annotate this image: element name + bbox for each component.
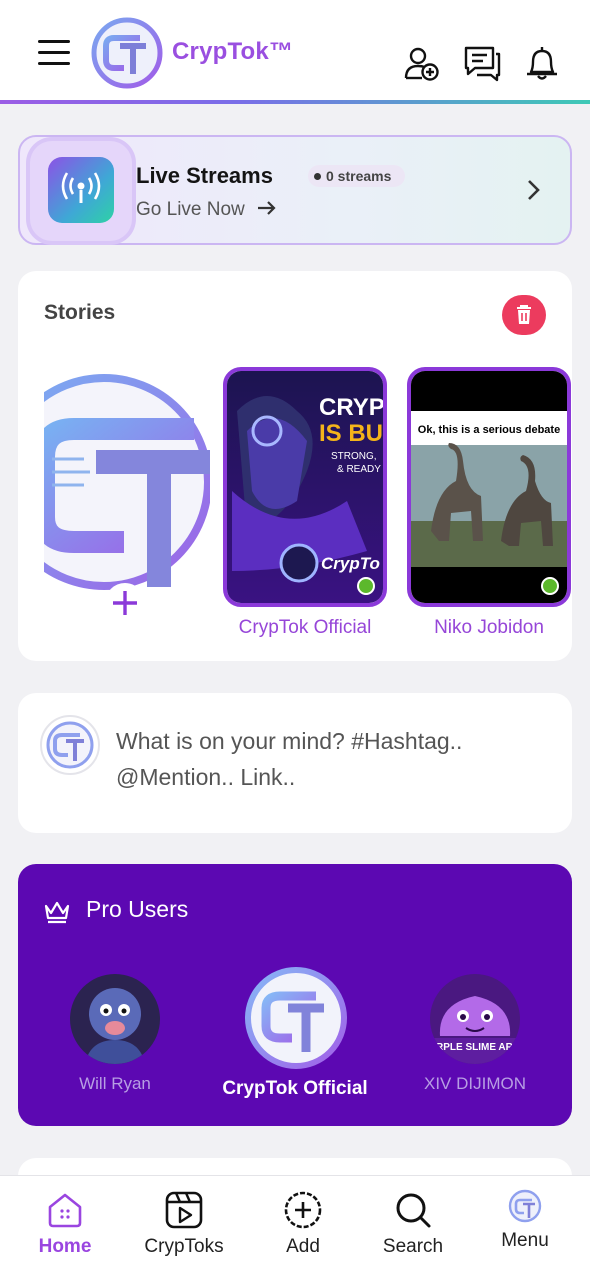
add-user-icon[interactable] [402, 44, 440, 82]
nav-label: Menu [501, 1230, 549, 1251]
broadcast-icon [48, 157, 114, 223]
add-story-button[interactable] [105, 583, 145, 623]
story-image-text: CRYP [319, 394, 383, 421]
nav-label: CrypToks [144, 1236, 224, 1257]
home-icon [48, 1193, 82, 1228]
nav-cryptoks[interactable]: CrypToks [129, 1190, 239, 1270]
pro-user-name[interactable]: CrypTok Official [200, 1078, 390, 1100]
stories-card: Stories CRYP IS BU STRONG, & READY CrypT… [18, 271, 572, 661]
story-image-text: Ok, this is a serious debate [418, 424, 560, 436]
story-image-text: & READY [337, 464, 381, 475]
delete-story-button[interactable] [502, 295, 546, 335]
story-image-text: IS BU [319, 420, 383, 447]
my-story-create[interactable] [44, 367, 210, 597]
story-name[interactable]: Niko Jobidon [399, 617, 572, 639]
online-indicator [541, 577, 559, 595]
cryptok-logo [91, 17, 163, 89]
menu-icon[interactable] [38, 40, 70, 66]
online-indicator [357, 577, 375, 595]
composer-placeholder[interactable]: What is on your mind? #Hashtag.. @Mentio… [116, 723, 546, 795]
nav-add[interactable]: Add [248, 1190, 358, 1270]
bell-icon[interactable] [523, 44, 561, 82]
header-gradient-bar [0, 100, 590, 104]
go-live-link[interactable]: Go Live Now [136, 199, 278, 221]
pro-users-title: Pro Users [86, 896, 189, 922]
story-image-text: CrypTo [321, 554, 380, 573]
brand-name: CrypTok™ [172, 38, 294, 65]
arrow-right-icon [258, 201, 276, 215]
pro-user-avatar[interactable]: PURPLE SLIME ARMY [430, 974, 520, 1064]
nav-menu[interactable]: Menu [470, 1188, 580, 1268]
stories-title: Stories [44, 301, 116, 324]
story-thumbnail: Ok, this is a serious debate [411, 371, 567, 603]
plus-icon [113, 591, 137, 615]
nav-label: Add [286, 1236, 320, 1257]
story-name[interactable]: CrypTok Official [215, 617, 395, 639]
stream-count-badge: 0 streams [308, 165, 406, 187]
live-streams-card[interactable]: Live Streams 0 streams Go Live Now [18, 135, 572, 245]
cryptok-logo [44, 374, 210, 590]
live-streams-title: Live Streams [136, 163, 273, 188]
nav-label: Home [38, 1236, 92, 1257]
go-live-label: Go Live Now [136, 199, 245, 220]
nav-home[interactable]: Home [10, 1190, 120, 1270]
pro-user-name[interactable]: XIV DIJIMON [380, 1074, 570, 1094]
pro-users-section: Pro Users Will Ryan CrypTok Official URP… [18, 864, 572, 1126]
crown-icon [44, 901, 70, 924]
trash-icon [517, 305, 531, 324]
app-header: CrypTok™ [0, 0, 590, 104]
pro-user-avatar[interactable] [70, 974, 160, 1064]
story-thumbnail: CRYP IS BU STRONG, & READY CrypTo [227, 371, 383, 603]
nav-label: Search [382, 1236, 444, 1257]
pro-user-name[interactable]: Will Ryan [20, 1074, 210, 1094]
pro-user-avatar[interactable] [244, 966, 348, 1070]
chat-icon[interactable] [463, 44, 501, 82]
chevron-right-icon[interactable] [520, 177, 546, 203]
post-composer[interactable]: What is on your mind? #Hashtag.. @Mentio… [18, 693, 572, 833]
nav-search[interactable]: Search [358, 1190, 468, 1270]
story-card[interactable]: Ok, this is a serious debate [407, 367, 571, 607]
story-image-text: STRONG, [331, 451, 377, 462]
avatar-icon [508, 1189, 542, 1223]
plus-circle-icon [284, 1191, 322, 1229]
story-card[interactable]: CRYP IS BU STRONG, & READY CrypTo [223, 367, 387, 607]
search-icon [396, 1193, 431, 1228]
live-icon-frame [30, 141, 132, 241]
avatar-image-text: PURPLE SLIME ARMY [430, 1042, 520, 1053]
video-icon [165, 1191, 203, 1229]
bottom-navigation: Home CrypToks Add Search Menu [0, 1175, 590, 1280]
avatar [40, 715, 100, 775]
